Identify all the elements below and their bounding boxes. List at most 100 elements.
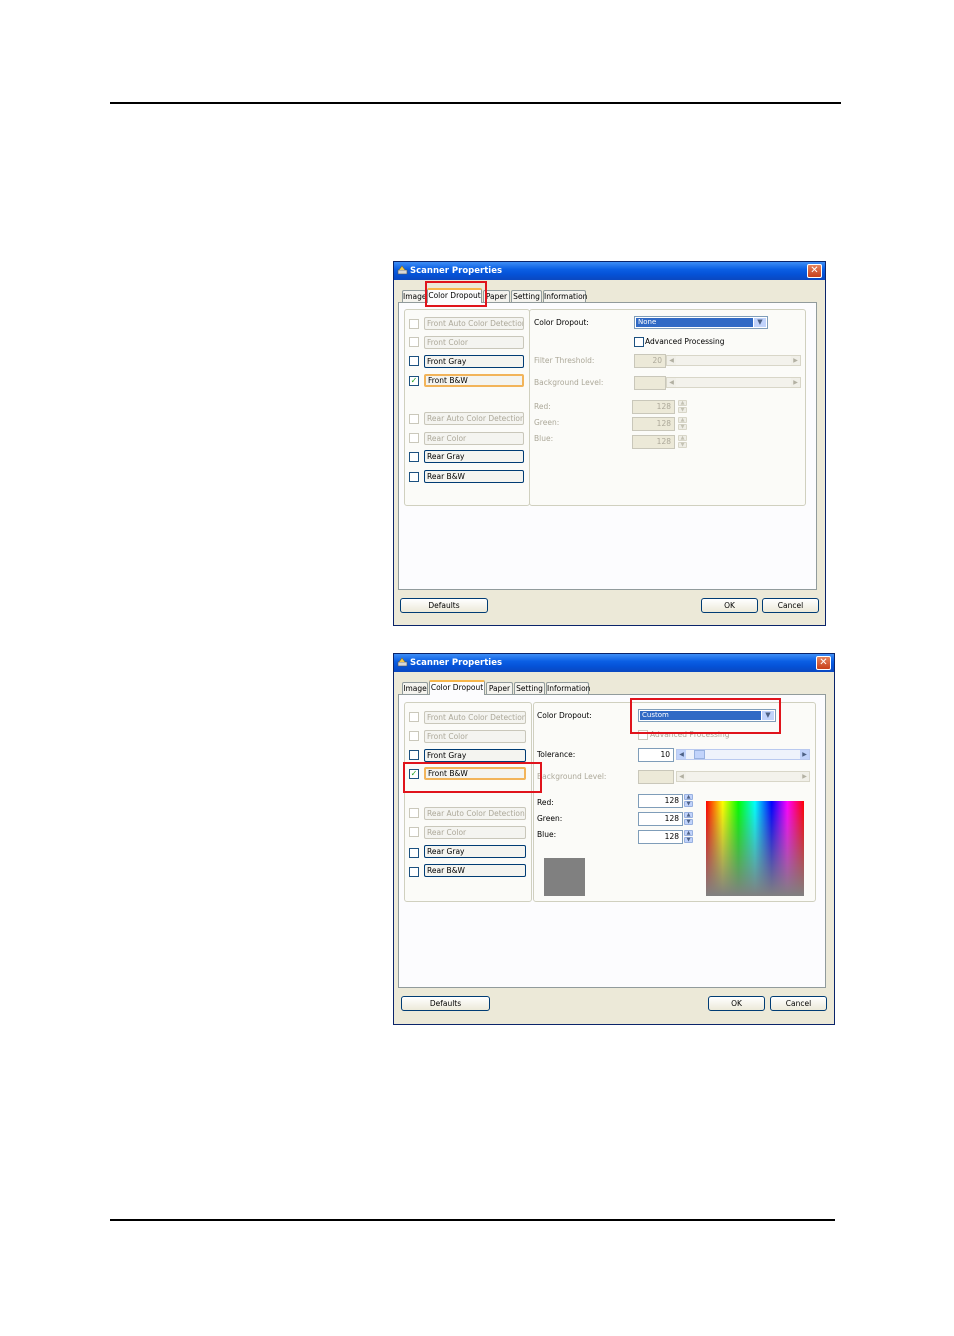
slider-right-icon[interactable]: ▶: [791, 356, 800, 365]
background-level-slider[interactable]: ◀ ▶: [666, 377, 801, 388]
red-label: Red:: [537, 798, 554, 807]
rear-color-button[interactable]: Rear Color: [424, 826, 526, 839]
color-spectrum-picker[interactable]: [706, 801, 804, 896]
selected-color-swatch: [544, 858, 585, 896]
front-auto-color-checkbox[interactable]: [409, 319, 419, 329]
close-icon[interactable]: ✕: [816, 656, 831, 670]
rear-bw-button[interactable]: Rear B&W: [424, 470, 524, 483]
front-auto-color-button[interactable]: Front Auto Color Detection: [424, 317, 524, 330]
rear-bw-checkbox[interactable]: [409, 867, 419, 877]
blue-spinner[interactable]: ▲ ▼: [684, 830, 693, 844]
ok-button[interactable]: OK: [708, 996, 765, 1011]
dropdown-arrow-icon[interactable]: ▼: [754, 318, 766, 327]
front-bw-button[interactable]: Front B&W: [424, 374, 524, 387]
tolerance-input[interactable]: 10: [638, 748, 674, 762]
front-bw-checkbox[interactable]: ✓: [409, 376, 419, 386]
slider-right-icon[interactable]: ▶: [800, 750, 809, 759]
rear-color-checkbox[interactable]: [409, 827, 419, 837]
spin-up-icon[interactable]: ▲: [684, 794, 693, 800]
front-gray-button[interactable]: Front Gray: [424, 749, 526, 762]
slider-left-icon[interactable]: ◀: [677, 772, 686, 781]
green-input[interactable]: 128: [638, 812, 683, 826]
background-level-label: Background Level:: [537, 772, 607, 781]
rear-gray-checkbox[interactable]: [409, 848, 419, 858]
dialog-title: Scanner Properties: [410, 266, 503, 276]
spin-down-icon[interactable]: ▼: [678, 424, 687, 430]
blue-spinner[interactable]: ▲ ▼: [678, 435, 687, 449]
tab-color-dropout[interactable]: Color Dropout: [429, 680, 485, 695]
background-level-slider[interactable]: ◀ ▶: [676, 771, 810, 782]
spin-down-icon[interactable]: ▼: [684, 801, 693, 807]
blue-input[interactable]: 128: [638, 830, 683, 844]
title-bar[interactable]: Scanner Properties ✕: [394, 654, 834, 672]
front-gray-checkbox[interactable]: [409, 750, 419, 760]
blue-label: Blue:: [537, 830, 557, 839]
defaults-button[interactable]: Defaults: [401, 996, 490, 1011]
filter-threshold-slider[interactable]: ◀ ▶: [666, 355, 801, 366]
blue-input[interactable]: 128: [632, 435, 675, 449]
cancel-button[interactable]: Cancel: [770, 996, 827, 1011]
background-level-input[interactable]: [638, 770, 674, 784]
defaults-button[interactable]: Defaults: [400, 598, 488, 613]
red-label: Red:: [534, 402, 551, 411]
green-spinner[interactable]: ▲ ▼: [678, 417, 687, 431]
rear-gray-checkbox[interactable]: [409, 452, 419, 462]
rear-bw-button[interactable]: Rear B&W: [424, 864, 526, 877]
front-auto-color-button[interactable]: Front Auto Color Detection: [424, 711, 526, 724]
rear-gray-button[interactable]: Rear Gray: [424, 845, 526, 858]
scanner-icon: [397, 265, 408, 275]
spin-down-icon[interactable]: ▼: [684, 837, 693, 843]
slider-right-icon[interactable]: ▶: [800, 772, 809, 781]
rear-color-button[interactable]: Rear Color: [424, 432, 524, 445]
rear-color-checkbox[interactable]: [409, 433, 419, 443]
highlight-front-bw: [403, 762, 542, 793]
front-color-button[interactable]: Front Color: [424, 730, 526, 743]
green-input[interactable]: 128: [632, 417, 675, 431]
red-input[interactable]: 128: [638, 794, 683, 808]
rear-auto-color-checkbox[interactable]: [409, 808, 419, 818]
rear-auto-color-button[interactable]: Rear Auto Color Detection: [424, 412, 524, 425]
tolerance-label: Tolerance:: [537, 750, 576, 759]
advanced-processing-checkbox[interactable]: [634, 337, 644, 347]
slider-thumb[interactable]: [694, 750, 705, 759]
spin-up-icon[interactable]: ▲: [678, 417, 687, 423]
title-bar[interactable]: Scanner Properties ✕: [394, 262, 825, 280]
color-dropout-select[interactable]: None ▼: [634, 316, 768, 329]
cancel-button[interactable]: Cancel: [762, 598, 819, 613]
background-level-input[interactable]: [634, 376, 666, 390]
red-input[interactable]: 128: [632, 400, 675, 414]
advanced-processing-label: Advanced Processing: [645, 337, 725, 346]
rear-gray-button[interactable]: Rear Gray: [424, 450, 524, 463]
spin-up-icon[interactable]: ▲: [678, 400, 687, 406]
close-icon[interactable]: ✕: [807, 264, 822, 278]
front-color-checkbox[interactable]: [409, 337, 419, 347]
slider-left-icon[interactable]: ◀: [667, 378, 676, 387]
slider-right-icon[interactable]: ▶: [791, 378, 800, 387]
spin-up-icon[interactable]: ▲: [678, 435, 687, 441]
slider-left-icon[interactable]: ◀: [667, 356, 676, 365]
red-spinner[interactable]: ▲ ▼: [684, 794, 693, 808]
rear-auto-color-checkbox[interactable]: [409, 414, 419, 424]
rear-auto-color-button[interactable]: Rear Auto Color Detection: [424, 807, 526, 820]
spin-up-icon[interactable]: ▲: [684, 830, 693, 836]
tolerance-slider[interactable]: ◀ ▶: [676, 749, 810, 760]
red-spinner[interactable]: ▲ ▼: [678, 400, 687, 414]
blue-label: Blue:: [534, 434, 554, 443]
front-color-checkbox[interactable]: [409, 731, 419, 741]
scanner-properties-dialog-none: Scanner Properties ✕ Image Color Dropout…: [393, 261, 826, 626]
header-rule: [110, 102, 841, 104]
spin-down-icon[interactable]: ▼: [684, 819, 693, 825]
slider-left-icon[interactable]: ◀: [677, 750, 686, 759]
spin-up-icon[interactable]: ▲: [684, 812, 693, 818]
spin-down-icon[interactable]: ▼: [678, 407, 687, 413]
front-color-button[interactable]: Front Color: [424, 336, 524, 349]
front-auto-color-checkbox[interactable]: [409, 712, 419, 722]
filter-threshold-input[interactable]: 20: [634, 354, 666, 368]
green-spinner[interactable]: ▲ ▼: [684, 812, 693, 826]
rear-bw-checkbox[interactable]: [409, 472, 419, 482]
front-gray-checkbox[interactable]: [409, 356, 419, 366]
ok-button[interactable]: OK: [701, 598, 758, 613]
front-gray-button[interactable]: Front Gray: [424, 355, 524, 368]
color-dropout-label: Color Dropout:: [534, 318, 589, 327]
spin-down-icon[interactable]: ▼: [678, 442, 687, 448]
